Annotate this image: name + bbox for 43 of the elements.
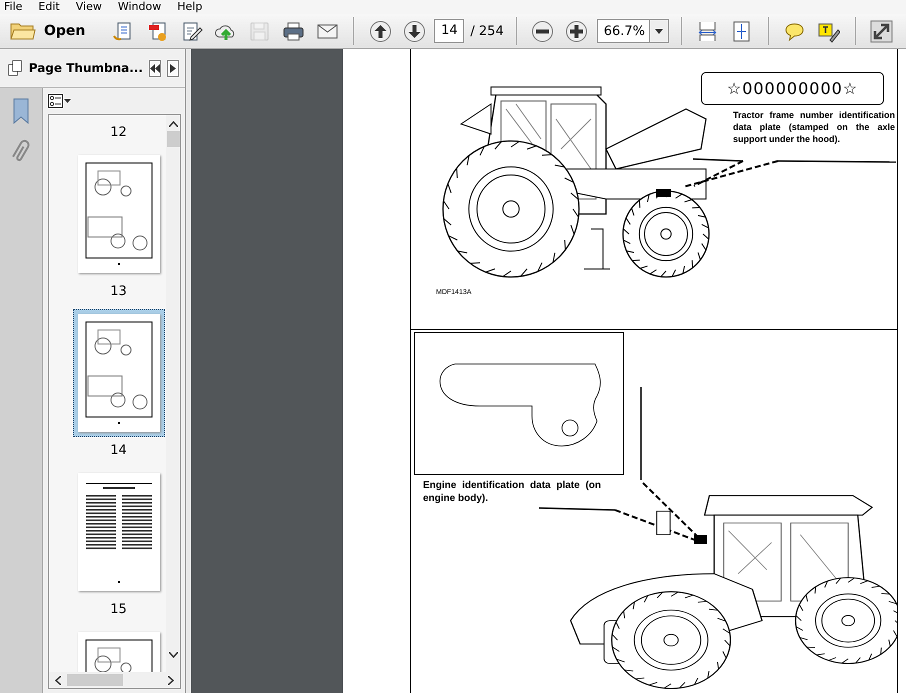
page-number-label: 15 — [110, 602, 127, 617]
data-plate-marker — [656, 189, 671, 197]
menu-item[interactable]: Window — [118, 0, 162, 14]
expand-icon — [870, 20, 894, 42]
double-left-arrow-icon — [150, 64, 160, 72]
page-count: / 254 — [470, 24, 504, 38]
zoom-field[interactable]: 66.7% — [596, 19, 669, 43]
paperclip-icon[interactable] — [12, 138, 30, 164]
frame-number-plate: ☆000000000☆ — [701, 72, 884, 105]
scroll-right-icon[interactable] — [168, 676, 174, 684]
page-thumbnail[interactable] — [78, 155, 160, 273]
scrollbar-thumb[interactable] — [67, 674, 123, 686]
caret-icon — [654, 28, 663, 34]
minus-icon — [531, 20, 554, 42]
collapse-panel-button[interactable] — [148, 60, 161, 76]
right-arrow-icon — [170, 64, 176, 72]
menu-item[interactable]: Help — [177, 0, 202, 14]
menu-item[interactable]: Edit — [38, 0, 60, 14]
data-plate-marker — [694, 535, 707, 544]
page-number-field[interactable]: 14 — [434, 19, 464, 43]
plus-icon — [565, 20, 588, 42]
scroll-up-icon[interactable] — [168, 121, 178, 127]
open-button[interactable]: Open — [6, 18, 96, 44]
panel-title: Page Thumbna... — [28, 61, 143, 75]
page-number-label: 12 — [110, 125, 127, 140]
expand-panel-button[interactable] — [166, 60, 179, 76]
page-number-label: 14 — [110, 443, 127, 458]
arrow-up-icon — [368, 20, 392, 42]
page-thumbnail[interactable] — [78, 473, 160, 591]
arrow-down-icon — [402, 20, 426, 42]
menu-item[interactable]: File — [4, 0, 22, 14]
scrollbar-thumb[interactable] — [166, 131, 180, 147]
page-thumbnail[interactable] — [78, 314, 160, 432]
page-number-label: 13 — [110, 284, 127, 299]
folder-icon — [10, 21, 36, 41]
printer-icon — [282, 20, 305, 42]
bookmark-icon[interactable] — [12, 98, 30, 124]
frame-plate-caption: Tractor frame number identification data plate (stamped on the axle support under the hood). — [733, 109, 895, 145]
engine-plate-caption: Engine identification data plate (on engine body). — [423, 480, 601, 505]
scroll-down-icon[interactable] — [168, 652, 178, 658]
scroll-left-icon[interactable] — [55, 676, 61, 684]
list-options-icon — [48, 94, 72, 108]
menu-item[interactable]: View — [76, 0, 102, 14]
